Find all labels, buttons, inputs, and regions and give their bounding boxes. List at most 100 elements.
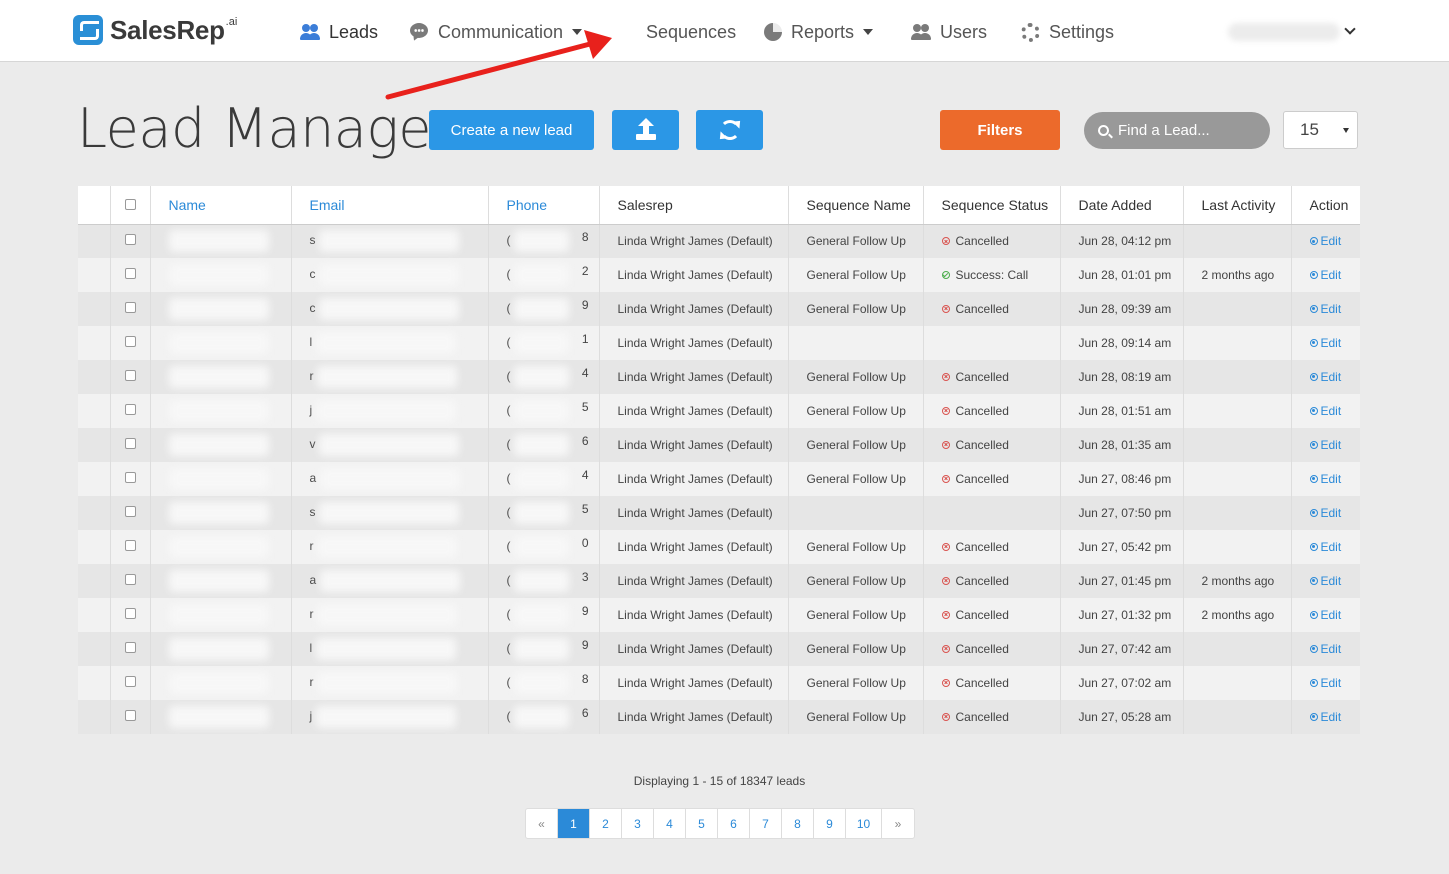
- row-checkbox[interactable]: [124, 608, 136, 619]
- lead-phone[interactable]: ( 8: [488, 666, 600, 700]
- lead-email[interactable]: r: [291, 598, 489, 632]
- row-select[interactable]: [110, 530, 151, 564]
- edit-link[interactable]: Edit: [1309, 472, 1341, 486]
- table-row[interactable]: r ( 4 Linda Wright James (Default) General…: [78, 360, 1360, 394]
- row-select[interactable]: [110, 564, 151, 598]
- lead-email[interactable]: c: [291, 292, 489, 326]
- edit-link[interactable]: Edit: [1309, 540, 1341, 554]
- lead-action[interactable]: Edit: [1291, 462, 1360, 496]
- nav-communication[interactable]: Communication: [409, 19, 583, 45]
- lead-name-redacted[interactable]: [150, 666, 292, 700]
- lead-name-redacted[interactable]: [150, 700, 292, 734]
- edit-link[interactable]: Edit: [1309, 268, 1341, 282]
- row-checkbox[interactable]: [124, 676, 136, 687]
- row-checkbox[interactable]: [124, 268, 136, 279]
- edit-link[interactable]: Edit: [1309, 234, 1341, 248]
- row-select[interactable]: [110, 598, 151, 632]
- lead-action[interactable]: Edit: [1291, 292, 1360, 326]
- row-checkbox[interactable]: [124, 336, 136, 347]
- header-phone[interactable]: Phone: [488, 186, 600, 225]
- lead-phone[interactable]: ( 5: [488, 394, 600, 428]
- upload-button[interactable]: [612, 110, 679, 150]
- row-checkbox[interactable]: [124, 404, 136, 415]
- lead-email[interactable]: r: [291, 666, 489, 700]
- lead-name-redacted[interactable]: [150, 326, 292, 360]
- row-select[interactable]: [110, 326, 151, 360]
- row-select[interactable]: [110, 700, 151, 734]
- row-select[interactable]: [110, 292, 151, 326]
- search-input[interactable]: Find a Lead...: [1084, 112, 1270, 149]
- header-email[interactable]: Email: [291, 186, 489, 225]
- lead-name-redacted[interactable]: [150, 496, 292, 530]
- page-link[interactable]: 9: [814, 809, 846, 838]
- row-select[interactable]: [110, 462, 151, 496]
- table-row[interactable]: j ( 6 Linda Wright James (Default) General…: [78, 700, 1360, 734]
- table-row[interactable]: s ( 5 Linda Wright James (Default) Jun 27,…: [78, 496, 1360, 530]
- page-prev[interactable]: «: [526, 809, 558, 838]
- app-logo[interactable]: SalesRep .ai: [73, 13, 237, 47]
- lead-phone[interactable]: ( 4: [488, 360, 600, 394]
- edit-link[interactable]: Edit: [1309, 676, 1341, 690]
- lead-email[interactable]: a: [291, 462, 489, 496]
- row-checkbox[interactable]: [124, 438, 136, 449]
- row-select[interactable]: [110, 224, 151, 258]
- row-select[interactable]: [110, 258, 151, 292]
- table-row[interactable]: r ( 8 Linda Wright James (Default) General…: [78, 666, 1360, 700]
- lead-email[interactable]: r: [291, 360, 489, 394]
- edit-link[interactable]: Edit: [1309, 438, 1341, 452]
- lead-action[interactable]: Edit: [1291, 666, 1360, 700]
- lead-email[interactable]: r: [291, 530, 489, 564]
- lead-phone[interactable]: ( 0: [488, 530, 600, 564]
- header-select-all[interactable]: [110, 186, 151, 225]
- table-row[interactable]: l ( 1 Linda Wright James (Default) Jun 28,…: [78, 326, 1360, 360]
- lead-name-redacted[interactable]: [150, 598, 292, 632]
- lead-action[interactable]: Edit: [1291, 394, 1360, 428]
- lead-action[interactable]: Edit: [1291, 360, 1360, 394]
- row-select[interactable]: [110, 428, 151, 462]
- filters-button[interactable]: Filters: [940, 110, 1060, 150]
- edit-link[interactable]: Edit: [1309, 710, 1341, 724]
- lead-email[interactable]: l: [291, 326, 489, 360]
- edit-link[interactable]: Edit: [1309, 336, 1341, 350]
- lead-name-redacted[interactable]: [150, 564, 292, 598]
- nav-users[interactable]: Users: [911, 19, 987, 45]
- table-row[interactable]: j ( 5 Linda Wright James (Default) General…: [78, 394, 1360, 428]
- lead-action[interactable]: Edit: [1291, 632, 1360, 666]
- lead-name-redacted[interactable]: [150, 530, 292, 564]
- lead-phone[interactable]: ( 3: [488, 564, 600, 598]
- row-checkbox[interactable]: [124, 472, 136, 483]
- row-checkbox[interactable]: [124, 540, 136, 551]
- page-link[interactable]: 8: [782, 809, 814, 838]
- row-select[interactable]: [110, 496, 151, 530]
- lead-name-redacted[interactable]: [150, 292, 292, 326]
- page-link[interactable]: 2: [590, 809, 622, 838]
- table-row[interactable]: c ( 9 Linda Wright James (Default) General…: [78, 292, 1360, 326]
- lead-action[interactable]: Edit: [1291, 496, 1360, 530]
- lead-email[interactable]: v: [291, 428, 489, 462]
- lead-action[interactable]: Edit: [1291, 224, 1360, 258]
- edit-link[interactable]: Edit: [1309, 574, 1341, 588]
- lead-action[interactable]: Edit: [1291, 326, 1360, 360]
- page-link[interactable]: 3: [622, 809, 654, 838]
- row-checkbox[interactable]: [124, 642, 136, 653]
- user-menu[interactable]: [1228, 21, 1358, 43]
- table-row[interactable]: c ( 2 Linda Wright James (Default) General…: [78, 258, 1360, 292]
- refresh-button[interactable]: [696, 110, 763, 150]
- nav-leads[interactable]: Leads: [300, 19, 378, 45]
- page-link[interactable]: 1: [558, 809, 590, 838]
- lead-phone[interactable]: ( 8: [488, 224, 600, 258]
- header-name[interactable]: Name: [150, 186, 292, 225]
- lead-action[interactable]: Edit: [1291, 258, 1360, 292]
- edit-link[interactable]: Edit: [1309, 608, 1341, 622]
- lead-phone[interactable]: ( 6: [488, 700, 600, 734]
- page-link[interactable]: 5: [686, 809, 718, 838]
- lead-phone[interactable]: ( 4: [488, 462, 600, 496]
- row-checkbox[interactable]: [124, 506, 136, 517]
- lead-name-redacted[interactable]: [150, 258, 292, 292]
- lead-name-redacted[interactable]: [150, 224, 292, 258]
- row-checkbox[interactable]: [124, 234, 136, 246]
- row-select[interactable]: [110, 632, 151, 666]
- edit-link[interactable]: Edit: [1309, 506, 1341, 520]
- table-row[interactable]: s ( 8 Linda Wright James (Default) General…: [78, 224, 1360, 258]
- lead-phone[interactable]: ( 9: [488, 632, 600, 666]
